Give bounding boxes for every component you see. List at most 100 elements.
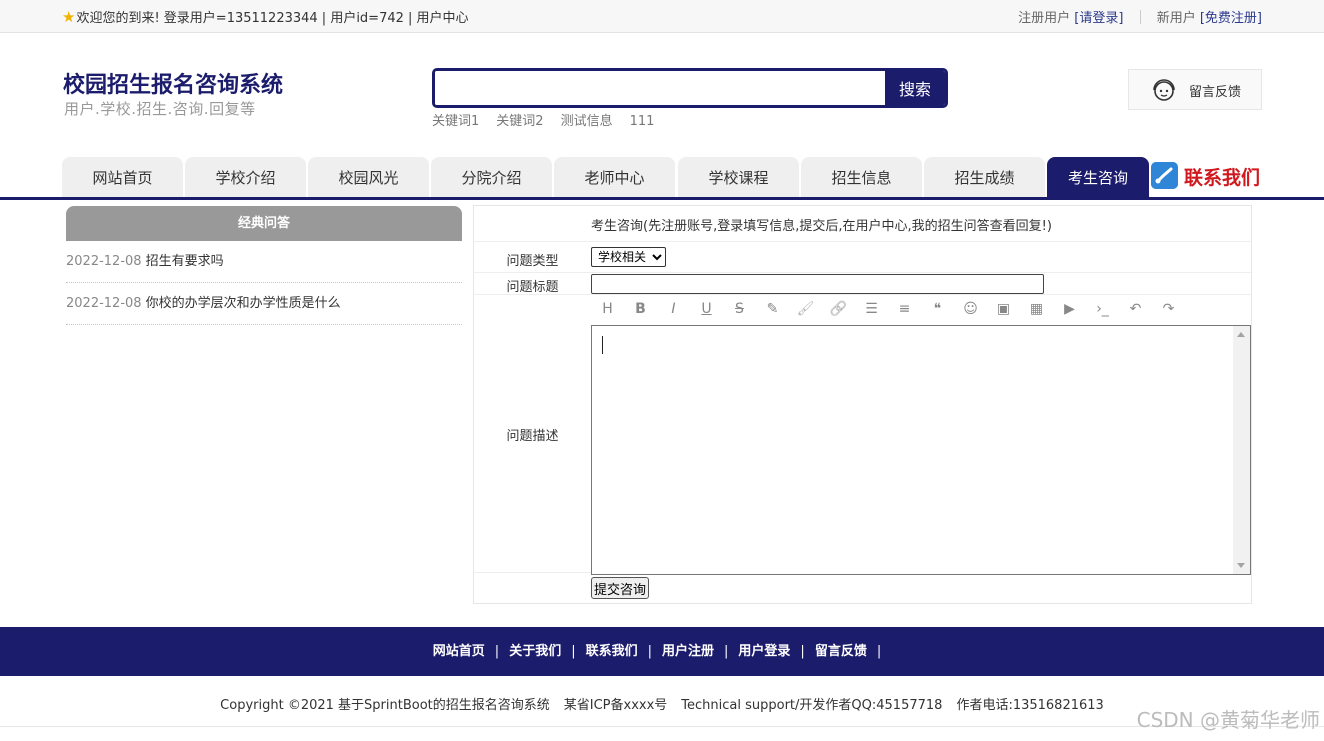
qa-question[interactable]: 招生有要求吗 — [146, 254, 224, 269]
search-input[interactable] — [435, 71, 887, 105]
qa-date: 2022-12-08 — [66, 296, 142, 311]
welcome-text: 欢迎您的到来! 登录用户=13511223344 | 用户id=742 | 用户… — [76, 11, 469, 26]
classic-qa-heading: 经典问答 — [66, 206, 462, 241]
table-icon[interactable]: ▦ — [1020, 296, 1053, 322]
list-item[interactable]: 2022-12-08 招生有要求吗 — [66, 241, 462, 283]
phone-text: 作者电话:13516821613 — [956, 698, 1104, 713]
form-title-row: 问题标题 — [474, 273, 1251, 295]
icp-text: 某省ICP备xxxx号 — [563, 698, 668, 713]
footer-separator: | — [494, 644, 500, 659]
quote-icon[interactable]: ❝ — [921, 296, 954, 322]
keyword-link[interactable]: 测试信息 — [561, 114, 613, 129]
paint-brush-icon[interactable]: 🖌 — [789, 296, 822, 322]
search-bar: 搜索 — [432, 68, 948, 108]
strikethrough-icon[interactable]: S — [723, 296, 756, 322]
form-intro: 考生咨询(先注册账号,登录填写信息,提交后,在用户中心,我的招生问答查看回复!) — [591, 219, 1052, 234]
desc-label: 问题描述 — [506, 429, 559, 444]
nav-tab-colleges[interactable]: 分院介绍 — [431, 157, 552, 197]
nav-tab-admission-info[interactable]: 招生信息 — [801, 157, 922, 197]
editor-toolbar: H B I U S ✎ 🖌 🔗 ☰ ≡ ❝ ☺ ▣ ▦ ▶ ›_ ↶ ↷ — [591, 296, 1185, 322]
site-subtitle: 用户.学校.招生.咨询.回复等 — [64, 100, 256, 118]
footer-separator: | — [571, 644, 576, 659]
scroll-down-icon[interactable] — [1237, 563, 1245, 568]
footer-nav: 网站首页 | 关于我们 | 联系我们 | 用户注册 | 用户登录 | 留言反馈 | — [0, 627, 1324, 676]
list-item[interactable]: 2022-12-08 你校的办学层次和办学性质是什么 — [66, 283, 462, 325]
link-icon[interactable]: 🔗 — [822, 296, 855, 322]
qa-question[interactable]: 你校的办学层次和办学性质是什么 — [146, 296, 341, 311]
heading-icon[interactable]: H — [591, 296, 624, 322]
unordered-list-icon[interactable]: ☰ — [855, 296, 888, 322]
bold-icon[interactable]: B — [624, 296, 657, 322]
hot-keywords: 关键词1 关键词2 测试信息 111 — [432, 110, 671, 129]
footer-separator: | — [800, 644, 805, 659]
footer-separator: | — [724, 644, 729, 659]
keyword-link[interactable]: 关键词1 — [432, 114, 479, 129]
watermark: CSDN @黄菊华老师 — [1136, 708, 1320, 732]
contact-us-label: 联系我们 — [1184, 167, 1261, 189]
footer-link-contact[interactable]: 联系我们 — [586, 644, 638, 659]
keyword-link[interactable]: 关键词2 — [496, 114, 543, 129]
nav-tab-home[interactable]: 网站首页 — [62, 157, 183, 197]
search-button[interactable]: 搜索 — [885, 71, 945, 105]
image-icon[interactable]: ▣ — [987, 296, 1020, 322]
star-icon: ★ — [62, 8, 76, 26]
form-intro-row: 考生咨询(先注册账号,登录填写信息,提交后,在用户中心,我的招生问答查看回复!) — [474, 206, 1251, 242]
italic-icon[interactable]: I — [657, 296, 690, 322]
video-icon[interactable]: ▶ — [1053, 296, 1086, 322]
qa-date: 2022-12-08 — [66, 254, 142, 269]
top-bar: ★欢迎您的到来! 登录用户=13511223344 | 用户id=742 | 用… — [0, 0, 1324, 33]
scroll-up-icon[interactable] — [1237, 332, 1245, 337]
nav-tab-courses[interactable]: 学校课程 — [678, 157, 799, 197]
classic-qa-panel: 经典问答 2022-12-08 招生有要求吗 2022-12-08 你校的办学层次和… — [66, 206, 462, 325]
form-submit-row: 提交咨询 — [474, 573, 1251, 603]
consultation-form: 考生咨询(先注册账号,登录填写信息,提交后,在用户中心,我的招生问答查看回复!)… — [473, 205, 1252, 604]
register-prefix: 注册用户 — [1018, 11, 1071, 26]
footer-separator: | — [876, 644, 882, 659]
footer-link-about[interactable]: 关于我们 — [509, 644, 561, 659]
copyright-text: Copyright ©2021 基于SprintBoot的招生报名咨询系统 — [220, 698, 550, 713]
form-type-row: 问题类型 学校相关 — [474, 242, 1251, 273]
new-user-prefix: 新用户 — [1156, 11, 1196, 26]
keyword-link[interactable]: 111 — [630, 114, 655, 129]
nav-tab-school-intro[interactable]: 学校介绍 — [185, 157, 306, 197]
login-link[interactable]: [请登录] — [1074, 11, 1123, 26]
submit-consultation-button[interactable]: 提交咨询 — [591, 577, 650, 599]
footer-separator: | — [647, 644, 652, 659]
nav-tab-teachers[interactable]: 老师中心 — [554, 157, 675, 197]
site-title[interactable]: 校园招生报名咨询系统 — [63, 67, 283, 99]
text-cursor — [602, 336, 603, 354]
feedback-label: 留言反馈 — [1189, 85, 1242, 100]
phone-icon — [1151, 162, 1178, 189]
nav-tab-admission-scores[interactable]: 招生成绩 — [924, 157, 1045, 197]
type-label: 问题类型 — [506, 254, 559, 269]
divider — [1139, 10, 1141, 24]
redo-icon[interactable]: ↷ — [1152, 296, 1185, 322]
highlight-icon[interactable]: ✎ — [756, 296, 789, 322]
footer-link-register[interactable]: 用户注册 — [662, 644, 714, 659]
footer-link-login[interactable]: 用户登录 — [738, 644, 790, 659]
form-desc-row: 问题描述 H B I U S ✎ 🖌 🔗 ☰ ≡ ❝ ☺ ▣ ▦ ▶ ›_ ↶ ↷ — [474, 295, 1251, 575]
footer-divider — [0, 726, 1324, 727]
question-title-input[interactable] — [591, 274, 1044, 294]
title-label: 问题标题 — [506, 280, 559, 295]
emoji-icon[interactable]: ☺ — [954, 296, 987, 322]
customer-service-icon — [1153, 79, 1175, 101]
copyright-line: Copyright ©2021 基于SprintBoot的招生报名咨询系统 某省I… — [0, 694, 1324, 713]
nav-tab-consultation[interactable]: 考生咨询 — [1047, 157, 1149, 197]
support-text: Technical support/开发作者QQ:45157718 — [681, 698, 943, 713]
register-link[interactable]: [免费注册] — [1200, 11, 1262, 26]
align-icon[interactable]: ≡ — [888, 296, 921, 322]
undo-icon[interactable]: ↶ — [1119, 296, 1152, 322]
feedback-button[interactable]: 留言反馈 — [1128, 69, 1262, 110]
nav-tab-campus-scenery[interactable]: 校园风光 — [308, 157, 429, 197]
footer-link-home[interactable]: 网站首页 — [433, 644, 485, 659]
description-editor[interactable] — [591, 325, 1251, 575]
question-type-select[interactable]: 学校相关 — [591, 247, 666, 267]
code-icon[interactable]: ›_ — [1086, 296, 1119, 322]
welcome-area: ★欢迎您的到来! 登录用户=13511223344 | 用户id=742 | 用… — [62, 7, 469, 26]
editor-scrollbar[interactable] — [1233, 326, 1250, 574]
underline-icon[interactable]: U — [690, 296, 723, 322]
footer-link-feedback[interactable]: 留言反馈 — [815, 644, 867, 659]
main-nav: 网站首页 学校介绍 校园风光 分院介绍 老师中心 学校课程 招生信息 招生成绩 … — [0, 157, 1324, 200]
account-links: 注册用户 [请登录] 新用户 [免费注册] — [1018, 7, 1262, 26]
